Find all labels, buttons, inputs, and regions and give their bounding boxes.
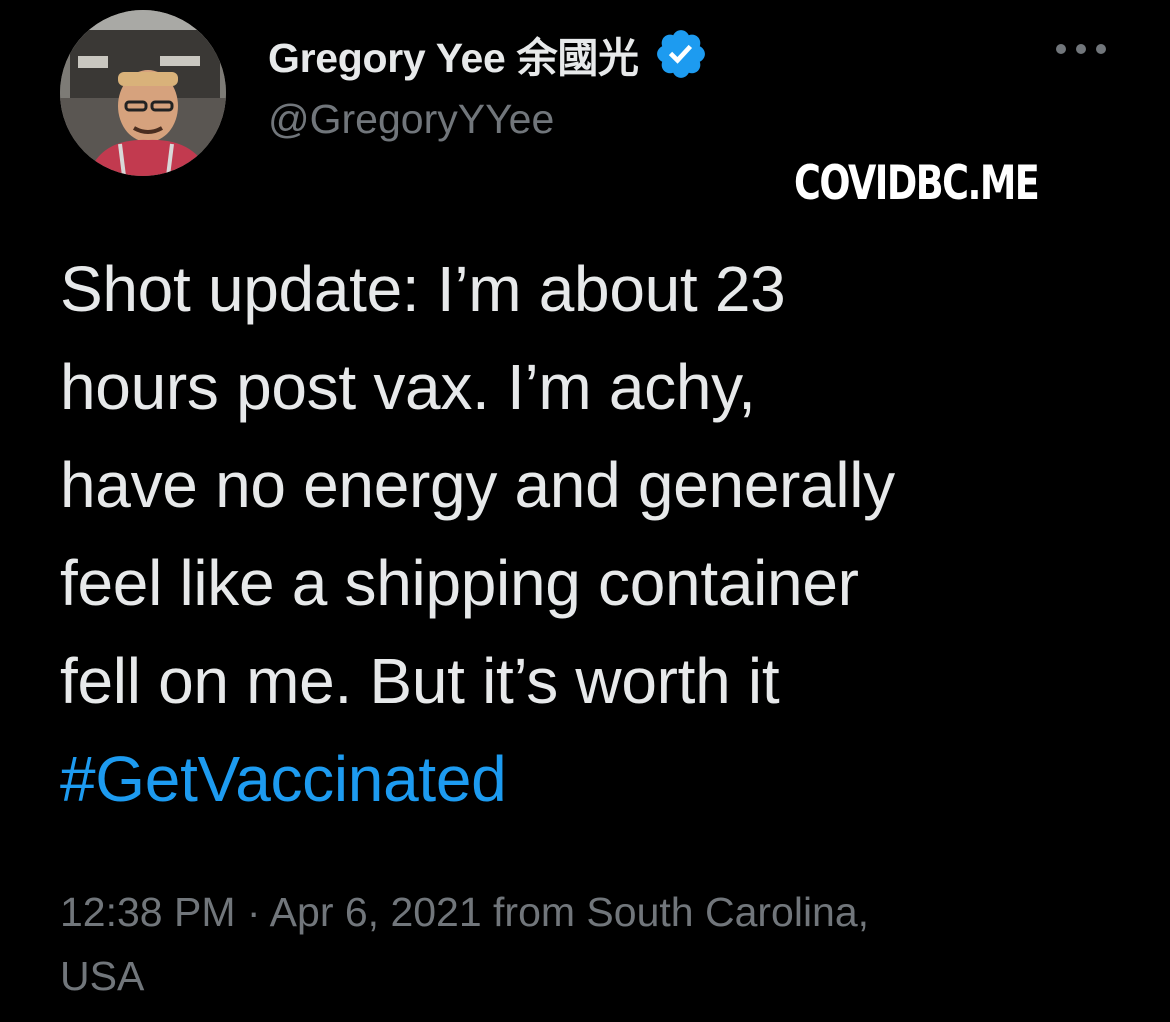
- author-display-name[interactable]: Gregory Yee 余國光: [268, 24, 639, 84]
- tweet-text-line: have no energy and generally: [60, 449, 895, 521]
- tweet-text-line: fell on me. But it’s worth it: [60, 645, 780, 717]
- timestamp-location[interactable]: 12:38 PM · Apr 6, 2021 from South Caroli…: [60, 880, 1140, 944]
- tweet-text: Shot update: I’m about 23 hours post vax…: [60, 240, 1140, 828]
- author-handle[interactable]: @GregoryYYee: [268, 96, 554, 143]
- author-name-row[interactable]: Gregory Yee 余國光: [268, 24, 709, 84]
- hashtag-link[interactable]: #GetVaccinated: [60, 730, 1140, 828]
- tweet-metadata: 12:38 PM · Apr 6, 2021 from South Caroli…: [60, 880, 1140, 1008]
- timestamp-location-continued: USA: [60, 953, 145, 999]
- tweet-text-line: Shot update: I’m about 23: [60, 253, 786, 325]
- avatar[interactable]: [60, 10, 226, 176]
- verified-badge-icon: [653, 26, 709, 82]
- watermark-text: COVIDBC.ME: [794, 156, 1040, 211]
- tweet-text-line: feel like a shipping container: [60, 547, 859, 619]
- tweet-text-line: hours post vax. I’m achy,: [60, 351, 756, 423]
- avatar-photo: [60, 10, 226, 176]
- tweet-card: Gregory Yee 余國光 @GregoryYYee COVIDBC.ME …: [0, 0, 1170, 1022]
- more-options-icon[interactable]: [1052, 34, 1110, 64]
